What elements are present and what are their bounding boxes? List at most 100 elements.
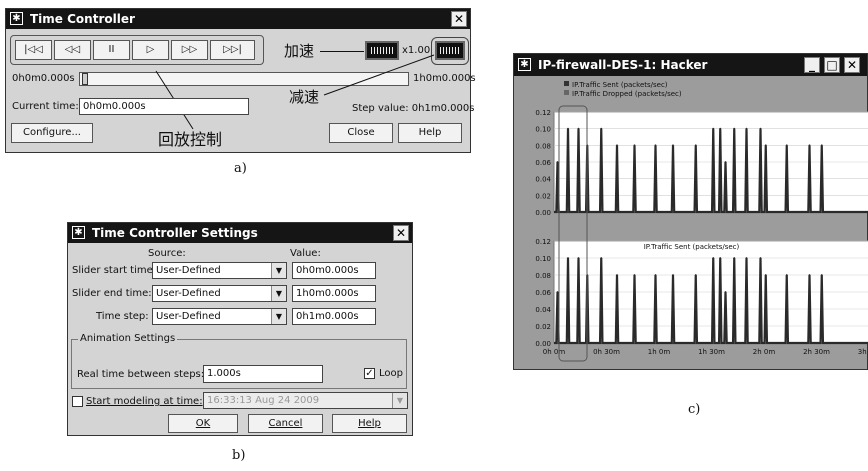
chevron-down-icon[interactable]: ▼ [271, 263, 286, 278]
minimize-icon[interactable]: _ [804, 57, 820, 73]
slider-end-source-select[interactable]: User-Defined ▼ [152, 285, 287, 302]
window-app-icon: ✱ [518, 58, 531, 71]
data-point [764, 144, 767, 147]
y-tick-label: 0.04 [535, 306, 551, 314]
data-point [724, 291, 727, 293]
settings-window: ✱ Time Controller Settings ✕ Source: Val… [67, 222, 413, 436]
loop-checkbox[interactable]: ✓ [364, 368, 375, 379]
data-point [820, 274, 823, 276]
settings-titlebar: ✱ Time Controller Settings ✕ [68, 223, 412, 243]
slider-end-source-value: User-Defined [156, 288, 221, 299]
maximize-icon[interactable]: □ [824, 57, 840, 73]
settings-title: Time Controller Settings [92, 226, 258, 240]
chevron-down-icon[interactable]: ▼ [271, 309, 286, 324]
slider-start-time-label: Slider start time: [72, 265, 157, 276]
slider-end-value-field[interactable]: 1h0m0.000s [292, 285, 376, 302]
real-time-field[interactable]: 1.000s [203, 365, 323, 383]
legend-swatch [564, 81, 569, 86]
help-button-label: Help [418, 127, 442, 138]
time-step-label: Time step: [96, 311, 149, 322]
data-point [785, 274, 788, 276]
close-button[interactable]: Close [329, 123, 393, 143]
panel-title: IP.Traffic Sent (packets/sec) [644, 243, 740, 251]
legend-swatch [564, 90, 569, 95]
data-point [724, 161, 727, 163]
current-time-label: Current time: [12, 101, 79, 112]
x-tick-label: 0h 0m [543, 348, 566, 356]
time-step-source-select[interactable]: User-Defined ▼ [152, 308, 287, 325]
slider-start-value-field[interactable]: 0h0m0.000s [292, 262, 376, 279]
y-tick-label: 0.10 [535, 255, 551, 263]
x-tick-label: 0h 30m [593, 348, 620, 356]
graph-titlebar: ✱ IP-firewall-DES-1: Hacker _ □ ✕ [514, 54, 867, 76]
source-header: Source: [148, 248, 186, 259]
chevron-down-icon[interactable]: ▼ [271, 286, 286, 301]
data-point [712, 257, 715, 259]
start-modeling-select[interactable]: 16:33:13 Aug 24 2009 ▼ [203, 392, 408, 409]
data-point [633, 144, 636, 147]
data-point [712, 127, 715, 130]
caption-c: c) [688, 402, 701, 417]
time-step-source-value: User-Defined [156, 311, 221, 322]
configure-button-label: Configure... [22, 127, 81, 138]
y-tick-label: 0.12 [535, 109, 551, 117]
playback-control-annotation: 回放控制 [158, 130, 223, 149]
current-time-field[interactable]: 0h0m0.000s [79, 98, 249, 115]
y-tick-label: 0.00 [535, 209, 551, 217]
window-app-icon: ✱ [72, 226, 85, 239]
y-tick-label: 0.08 [535, 142, 551, 150]
data-point [820, 144, 823, 147]
data-point [556, 161, 559, 163]
caption-b: b) [232, 448, 246, 463]
close-icon[interactable]: ✕ [393, 225, 409, 241]
y-tick-label: 0.02 [535, 192, 551, 200]
x-tick-label: 3h 0m [858, 348, 868, 356]
slider-end-time-label: Slider end time: [72, 288, 152, 299]
data-point [633, 274, 636, 276]
data-point [759, 257, 762, 259]
ok-button-label: OK [195, 418, 211, 429]
ok-button[interactable]: OK [168, 414, 238, 433]
data-point [654, 144, 657, 147]
data-point [616, 274, 618, 276]
caption-a: a) [234, 161, 247, 176]
value-header: Value: [290, 248, 321, 259]
start-modeling-checkbox[interactable] [72, 396, 83, 407]
data-point [808, 274, 811, 276]
legend-entry: IP.Traffic Sent (packets/sec) [572, 81, 668, 89]
graph-title: IP-firewall-DES-1: Hacker [538, 58, 708, 72]
close-icon[interactable]: ✕ [844, 57, 860, 73]
data-point [719, 257, 722, 259]
settings-help-button-label: Help [358, 418, 381, 429]
data-point [745, 257, 748, 259]
chevron-down-icon[interactable]: ▼ [392, 393, 407, 408]
data-point [672, 274, 674, 276]
data-point [567, 257, 569, 259]
data-point [764, 274, 767, 276]
data-point [600, 127, 603, 130]
data-point [694, 274, 697, 276]
y-tick-label: 0.04 [535, 176, 551, 184]
cancel-button[interactable]: Cancel [248, 414, 323, 433]
help-button[interactable]: Help [398, 123, 462, 143]
time-step-value-field[interactable]: 0h1m0.000s [292, 308, 376, 325]
data-point [745, 127, 748, 130]
slider-start-source-select[interactable]: User-Defined ▼ [152, 262, 287, 279]
data-point [733, 257, 736, 259]
data-point [600, 257, 603, 259]
data-point [759, 127, 762, 130]
data-point [654, 274, 657, 276]
data-point [672, 144, 674, 147]
step-value-text: Step value: 0h1m0.000s [352, 103, 475, 114]
configure-button[interactable]: Configure... [11, 123, 93, 143]
data-point [616, 144, 618, 147]
settings-help-button[interactable]: Help [332, 414, 407, 433]
start-modeling-label: Start modeling at time: [86, 396, 203, 407]
animation-settings-title: Animation Settings [78, 333, 178, 344]
data-point [577, 257, 580, 259]
graph-window: ✱ IP-firewall-DES-1: Hacker _ □ ✕ IP.Tra… [513, 53, 868, 370]
data-point [719, 127, 722, 130]
time-controller-window: ✱ Time Controller ✕ |◁◁ ◁◁ II ▷ ▷▷ ▷▷| 加… [5, 8, 476, 153]
data-point [556, 291, 559, 293]
y-tick-label: 0.08 [535, 272, 551, 280]
